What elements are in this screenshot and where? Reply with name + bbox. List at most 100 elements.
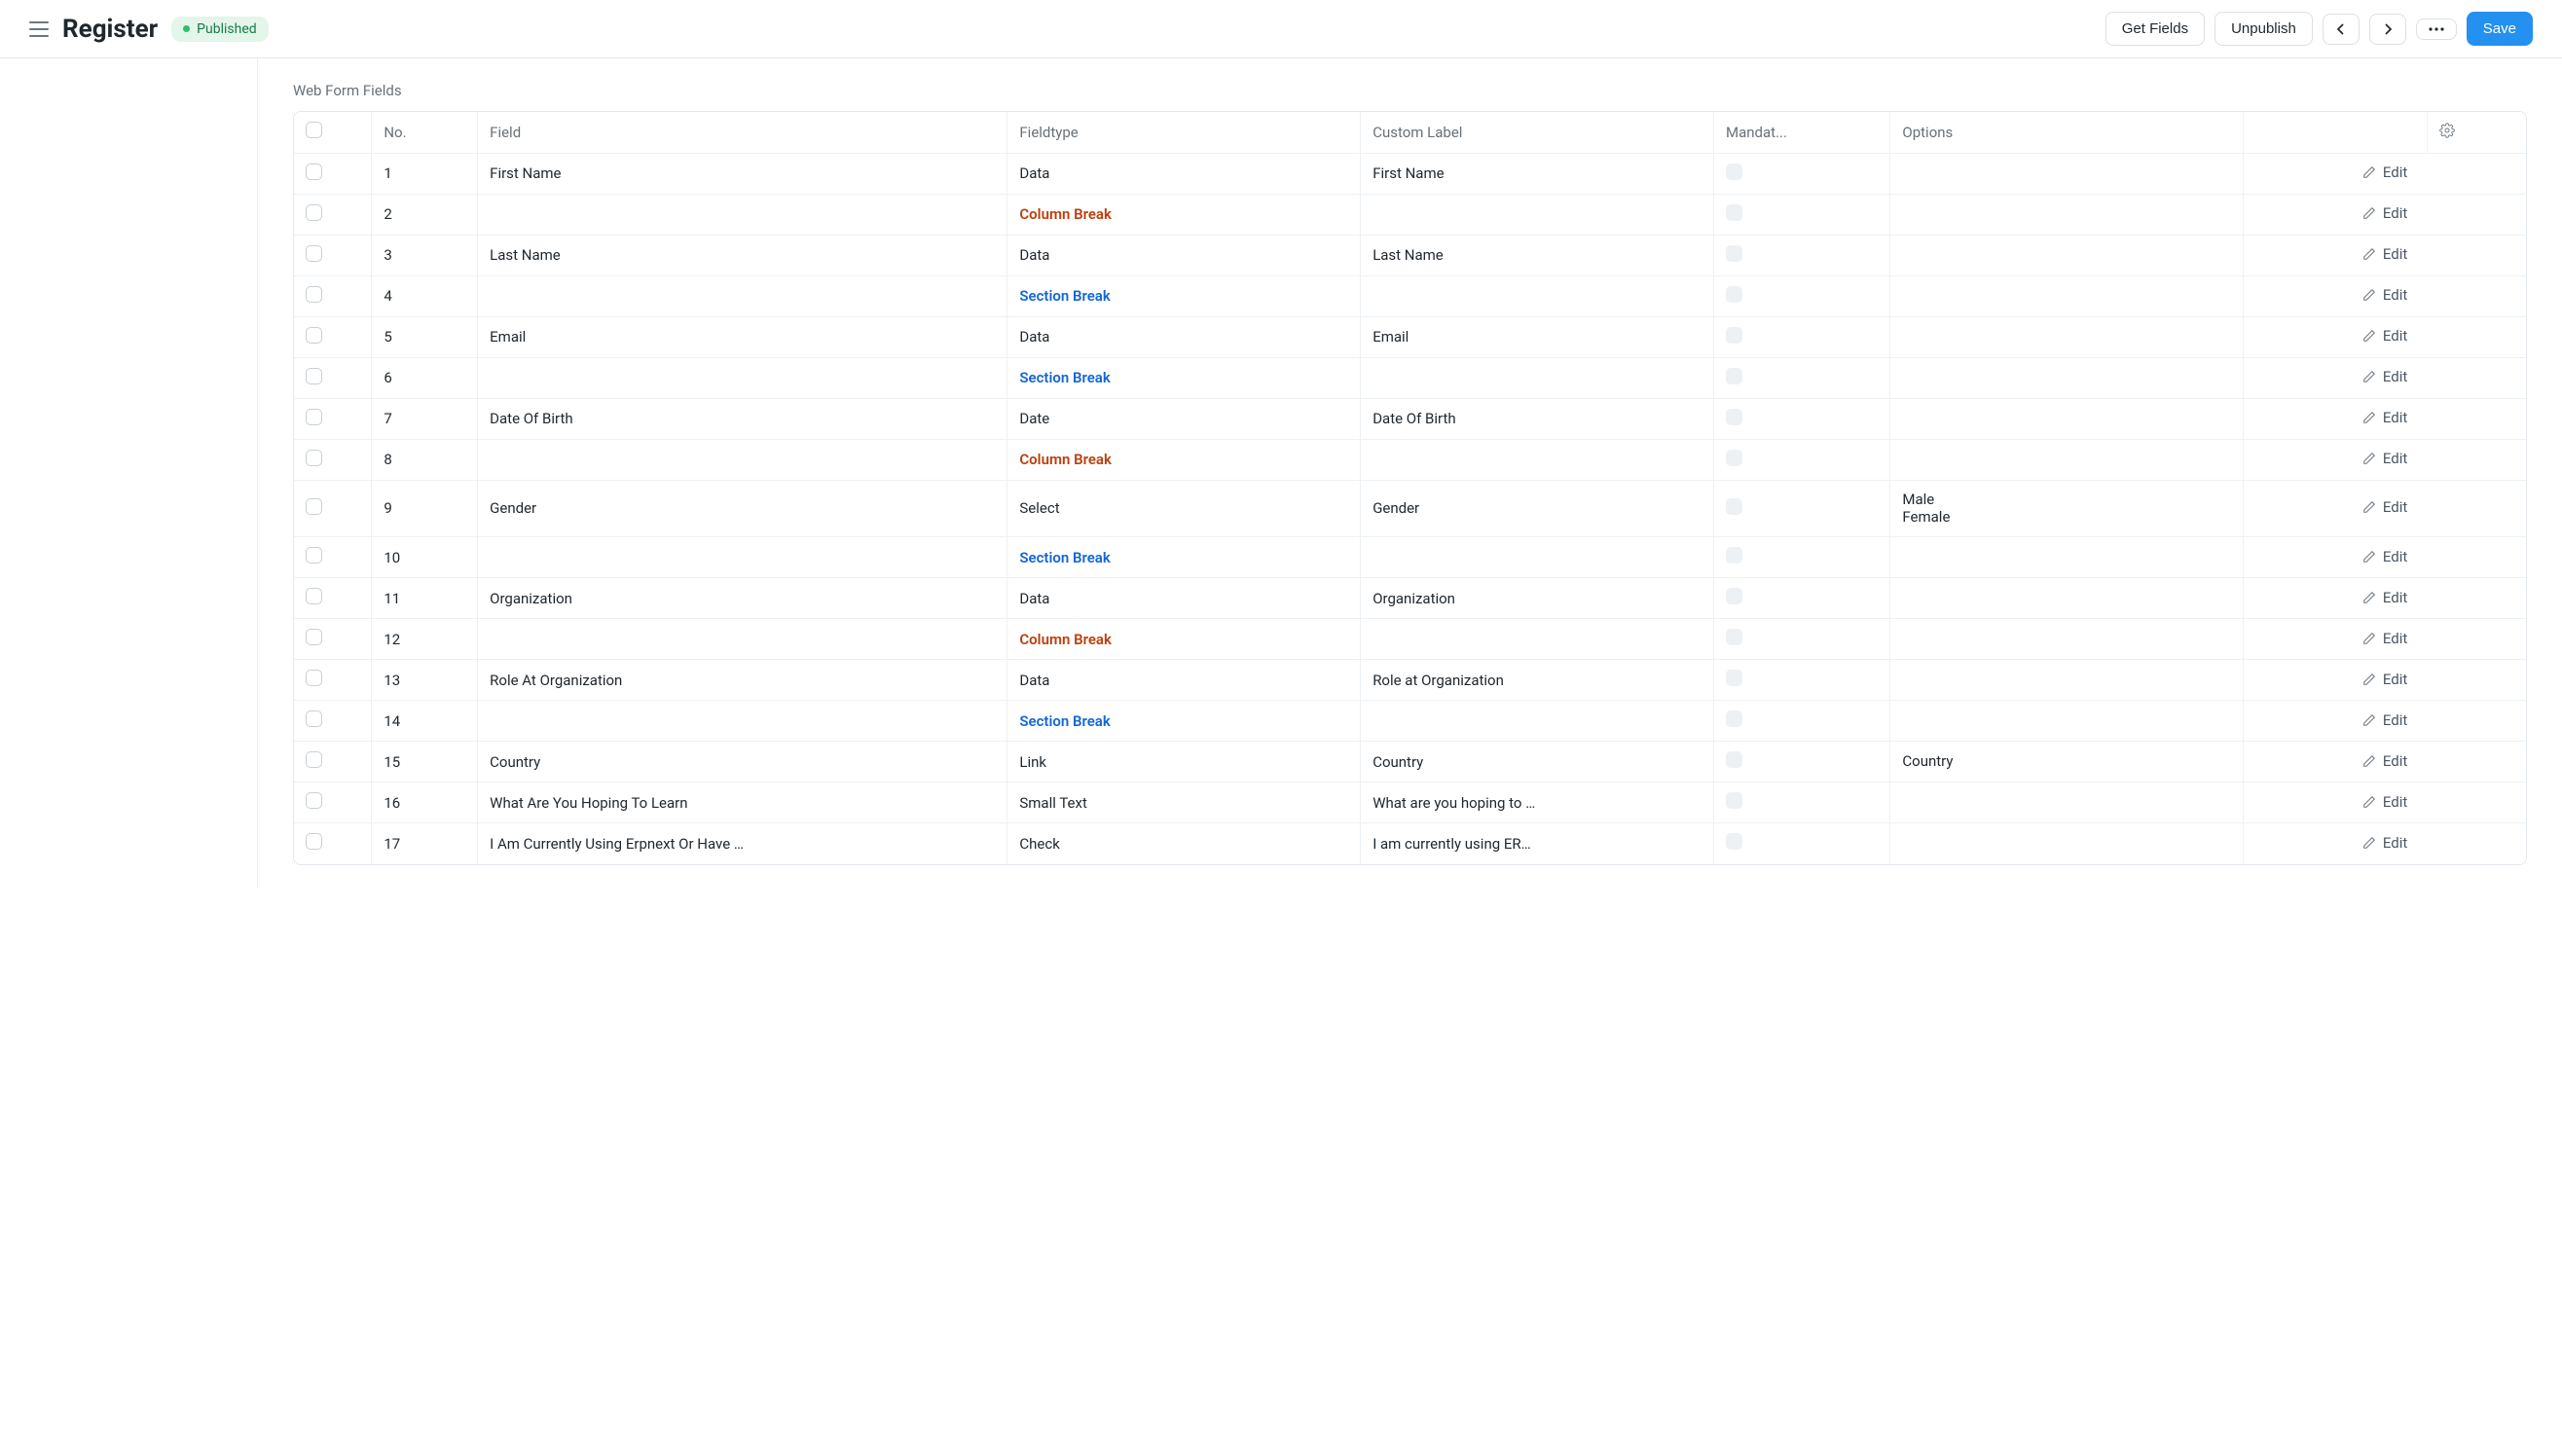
row-fieldtype[interactable]: Small Text xyxy=(1007,783,1361,823)
row-field[interactable]: Country xyxy=(478,742,1007,783)
row-options[interactable] xyxy=(1890,194,2244,235)
row-options[interactable] xyxy=(1890,578,2244,619)
mandatory-checkbox[interactable] xyxy=(1726,286,1742,303)
row-options[interactable] xyxy=(1890,153,2244,194)
row-custom-label[interactable] xyxy=(1361,619,1714,660)
row-field[interactable] xyxy=(478,439,1007,480)
mandatory-checkbox[interactable] xyxy=(1726,204,1742,221)
row-checkbox[interactable] xyxy=(306,409,322,425)
row-options[interactable] xyxy=(1890,398,2244,439)
row-options[interactable]: Male Female xyxy=(1890,480,2244,537)
row-checkbox[interactable] xyxy=(306,792,322,809)
save-button[interactable]: Save xyxy=(2467,12,2533,46)
mandatory-checkbox[interactable] xyxy=(1726,547,1742,564)
edit-button[interactable]: Edit xyxy=(2362,752,2407,770)
row-options[interactable] xyxy=(1890,823,2244,864)
edit-button[interactable]: Edit xyxy=(2362,548,2407,565)
edit-button[interactable]: Edit xyxy=(2362,164,2407,181)
row-fieldtype[interactable]: Date xyxy=(1007,398,1361,439)
row-checkbox[interactable] xyxy=(306,164,322,180)
row-field[interactable] xyxy=(478,619,1007,660)
row-custom-label[interactable] xyxy=(1361,357,1714,398)
row-custom-label[interactable] xyxy=(1361,537,1714,578)
row-options[interactable] xyxy=(1890,660,2244,701)
mandatory-checkbox[interactable] xyxy=(1726,629,1742,645)
row-field[interactable]: Gender xyxy=(478,480,1007,537)
row-field[interactable]: First Name xyxy=(478,153,1007,194)
row-field[interactable] xyxy=(478,194,1007,235)
row-checkbox[interactable] xyxy=(306,629,322,645)
row-checkbox[interactable] xyxy=(306,204,322,221)
mandatory-checkbox[interactable] xyxy=(1726,245,1742,262)
row-custom-label[interactable]: Last Name xyxy=(1361,235,1714,275)
mandatory-checkbox[interactable] xyxy=(1726,164,1742,180)
row-fieldtype[interactable]: Section Break xyxy=(1007,537,1361,578)
edit-button[interactable]: Edit xyxy=(2362,327,2407,345)
edit-button[interactable]: Edit xyxy=(2362,409,2407,426)
row-options[interactable] xyxy=(1890,619,2244,660)
table-row[interactable]: 13Role At OrganizationDataRole at Organi… xyxy=(294,660,2526,701)
mandatory-checkbox[interactable] xyxy=(1726,450,1742,466)
edit-button[interactable]: Edit xyxy=(2362,245,2407,263)
get-fields-button[interactable]: Get Fields xyxy=(2105,12,2205,46)
row-checkbox[interactable] xyxy=(306,670,322,686)
row-fieldtype[interactable]: Data xyxy=(1007,316,1361,357)
row-field[interactable]: What Are You Hoping To Learn xyxy=(478,783,1007,823)
row-field[interactable]: Email xyxy=(478,316,1007,357)
row-options[interactable] xyxy=(1890,439,2244,480)
edit-button[interactable]: Edit xyxy=(2362,671,2407,688)
row-custom-label[interactable]: First Name xyxy=(1361,153,1714,194)
row-field[interactable] xyxy=(478,275,1007,316)
prev-button[interactable] xyxy=(2323,14,2360,45)
table-row[interactable]: 16What Are You Hoping To LearnSmall Text… xyxy=(294,783,2526,823)
table-row[interactable]: 10Section BreakEdit xyxy=(294,537,2526,578)
row-options[interactable] xyxy=(1890,537,2244,578)
row-custom-label[interactable]: I am currently using ER… xyxy=(1361,823,1714,864)
row-options[interactable] xyxy=(1890,701,2244,742)
row-options[interactable] xyxy=(1890,235,2244,275)
row-custom-label[interactable]: Role at Organization xyxy=(1361,660,1714,701)
row-custom-label[interactable] xyxy=(1361,701,1714,742)
row-custom-label[interactable] xyxy=(1361,194,1714,235)
row-fieldtype[interactable]: Column Break xyxy=(1007,194,1361,235)
row-options[interactable]: Country xyxy=(1890,742,2244,783)
table-row[interactable]: 17I Am Currently Using Erpnext Or Have …… xyxy=(294,823,2526,864)
row-fieldtype[interactable]: Data xyxy=(1007,578,1361,619)
row-options[interactable] xyxy=(1890,357,2244,398)
edit-button[interactable]: Edit xyxy=(2362,589,2407,606)
row-field[interactable] xyxy=(478,537,1007,578)
table-row[interactable]: 5EmailDataEmailEdit xyxy=(294,316,2526,357)
mandatory-checkbox[interactable] xyxy=(1726,751,1742,768)
row-checkbox[interactable] xyxy=(306,368,322,384)
row-custom-label[interactable] xyxy=(1361,275,1714,316)
row-field[interactable]: I Am Currently Using Erpnext Or Have … xyxy=(478,823,1007,864)
mandatory-checkbox[interactable] xyxy=(1726,498,1742,515)
row-custom-label[interactable] xyxy=(1361,439,1714,480)
table-row[interactable]: 2Column BreakEdit xyxy=(294,194,2526,235)
row-fieldtype[interactable]: Section Break xyxy=(1007,357,1361,398)
edit-button[interactable]: Edit xyxy=(2362,834,2407,852)
mandatory-checkbox[interactable] xyxy=(1726,368,1742,384)
row-checkbox[interactable] xyxy=(306,547,322,564)
unpublish-button[interactable]: Unpublish xyxy=(2214,12,2313,46)
row-fieldtype[interactable]: Link xyxy=(1007,742,1361,783)
row-fieldtype[interactable]: Column Break xyxy=(1007,439,1361,480)
row-checkbox[interactable] xyxy=(306,588,322,604)
row-field[interactable] xyxy=(478,701,1007,742)
row-checkbox[interactable] xyxy=(306,450,322,466)
edit-button[interactable]: Edit xyxy=(2362,368,2407,385)
row-fieldtype[interactable]: Data xyxy=(1007,153,1361,194)
edit-button[interactable]: Edit xyxy=(2362,286,2407,304)
edit-button[interactable]: Edit xyxy=(2362,498,2407,516)
row-options[interactable] xyxy=(1890,316,2244,357)
row-custom-label[interactable]: Country xyxy=(1361,742,1714,783)
edit-button[interactable]: Edit xyxy=(2362,450,2407,467)
row-field[interactable] xyxy=(478,357,1007,398)
edit-button[interactable]: Edit xyxy=(2362,630,2407,647)
row-fieldtype[interactable]: Column Break xyxy=(1007,619,1361,660)
mandatory-checkbox[interactable] xyxy=(1726,588,1742,604)
row-checkbox[interactable] xyxy=(306,286,322,303)
menu-icon[interactable] xyxy=(29,21,49,37)
table-row[interactable]: 8Column BreakEdit xyxy=(294,439,2526,480)
table-row[interactable]: 9GenderSelectGenderMale FemaleEdit xyxy=(294,480,2526,537)
